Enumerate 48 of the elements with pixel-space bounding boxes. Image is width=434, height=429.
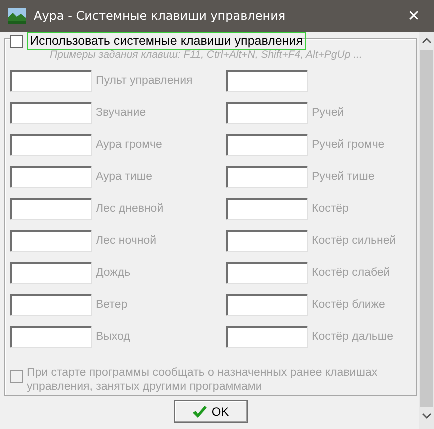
field-label: Костёр сильней: [311, 234, 398, 249]
input-field[interactable]: [10, 198, 92, 220]
input-field[interactable]: [226, 134, 308, 156]
input-field[interactable]: [226, 262, 308, 284]
field-label: Костёр дальше: [311, 330, 395, 345]
input-field[interactable]: [226, 326, 308, 348]
field-label: Аура громче: [95, 138, 164, 153]
checkbox[interactable]: [10, 34, 23, 48]
field-label: Ручей громче: [311, 138, 386, 153]
field-label: Ветер: [95, 298, 129, 313]
field-label: Звучание: [95, 106, 148, 121]
field-label: Лес дневной: [95, 202, 165, 217]
ok-button[interactable]: OK: [174, 400, 248, 423]
scroll-up-icon[interactable]: [422, 38, 432, 44]
field-label: Дождь: [95, 266, 132, 281]
input-field[interactable]: [226, 230, 308, 252]
close-button[interactable]: ✕: [394, 0, 434, 32]
input-field[interactable]: [226, 166, 308, 188]
field-label: Пульт управления: [95, 74, 194, 89]
landscape-icon: [8, 8, 26, 24]
scroll-thumb[interactable]: [420, 50, 433, 407]
scroll-down-icon[interactable]: [422, 413, 432, 419]
input-field[interactable]: [10, 166, 92, 188]
checkbox-label: При старте программы сообщать о назначенных ранее клавишах управления, занятых другими программами: [27, 366, 379, 394]
field-label: Аура тише: [95, 170, 154, 185]
field-label: Костёр ближе: [311, 298, 386, 313]
input-field[interactable]: [226, 70, 308, 92]
field-label: Выход: [95, 330, 132, 345]
input-field[interactable]: [226, 102, 308, 124]
input-field[interactable]: [226, 198, 308, 220]
field-label: Лес ночной: [95, 234, 158, 249]
field-label: Костёр слабей: [311, 266, 392, 281]
field-label: Ручей: [311, 106, 346, 121]
checkmark-icon: [192, 404, 208, 418]
input-field[interactable]: [10, 294, 92, 316]
input-field[interactable]: [10, 70, 92, 92]
checkbox-label[interactable]: Использовать системные клавиши управления: [27, 32, 306, 50]
input-field[interactable]: [10, 134, 92, 156]
scrollbar[interactable]: [419, 32, 434, 429]
window-title: Аура - Системные клавиши управления: [34, 9, 287, 23]
hint-text: Примеры задания клавиш: F11, Ctrl+Alt+N, Shift+F4, Alt+PgUp ...: [50, 48, 364, 62]
input-field[interactable]: [226, 294, 308, 316]
input-field[interactable]: [10, 230, 92, 252]
input-field[interactable]: [10, 262, 92, 284]
field-label: Ручей тише: [311, 170, 376, 185]
input-field[interactable]: [10, 326, 92, 348]
field-label: Костёр: [311, 202, 350, 217]
input-field[interactable]: [10, 102, 92, 124]
